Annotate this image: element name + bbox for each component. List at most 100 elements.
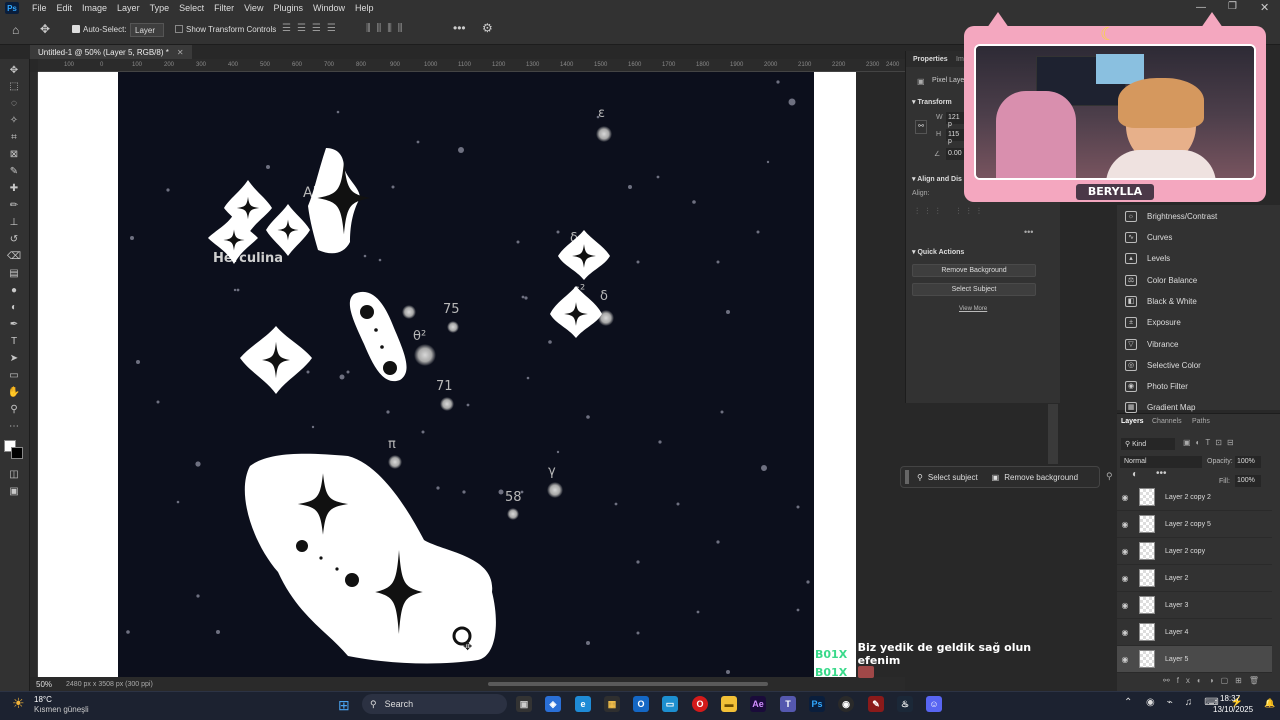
adjustment-photo-filter[interactable]: ◉Photo Filter (1125, 379, 1188, 393)
weather-icon[interactable]: ☀ (12, 695, 25, 712)
tab-channels[interactable]: Channels (1152, 418, 1182, 425)
menu-type[interactable]: Type (145, 3, 175, 13)
clone-stamp-tool-icon[interactable]: ⊥ (7, 217, 21, 229)
clock-time[interactable]: 18:37 (1220, 694, 1240, 703)
blend-mode-select[interactable]: Normal (1120, 456, 1202, 468)
maximize-icon[interactable]: ❐ (1228, 1, 1237, 12)
brush-tool-icon[interactable]: ✏ (7, 200, 21, 212)
home-icon[interactable]: ⌂ (12, 23, 19, 37)
taskbar-search[interactable]: ⚲ Search (362, 694, 507, 714)
remove-background-context-button[interactable]: Remove background (1004, 473, 1078, 482)
quick-actions-header[interactable]: ▾ Quick Actions (912, 248, 964, 256)
weather-desc[interactable]: Kısmen güneşli (34, 705, 89, 714)
tab-layers[interactable]: Layers (1121, 418, 1144, 425)
healing-tool-icon[interactable]: ✚ (7, 183, 21, 195)
layer-row[interactable]: ◉Layer 2 (1117, 565, 1272, 592)
menu-image[interactable]: Image (77, 3, 112, 13)
weather-temp[interactable]: 18°C (34, 695, 52, 704)
obs-icon[interactable]: ◉ (838, 696, 854, 712)
layer-row[interactable]: ◉Layer 2 copy 5 (1117, 511, 1272, 538)
photoshop-taskbar-icon[interactable]: Ps (809, 696, 825, 712)
scrollbar-thumb[interactable] (488, 682, 768, 686)
magic-wand-tool-icon[interactable]: ✧ (7, 115, 21, 127)
tab-properties[interactable]: Properties (913, 56, 948, 63)
width-field[interactable]: 121 p (946, 112, 964, 124)
notification-icon[interactable]: 🔔 (1264, 698, 1275, 709)
eye-icon[interactable]: ◉ (1117, 547, 1133, 556)
path-selection-tool-icon[interactable]: ➤ (7, 353, 21, 365)
adjustment-levels[interactable]: ▴Levels (1125, 251, 1170, 265)
edge-icon[interactable]: e (575, 696, 591, 712)
layer-row[interactable]: ◉Layer 2 copy (1117, 538, 1272, 565)
tab-paths[interactable]: Paths (1192, 418, 1210, 425)
copilot-icon[interactable]: ◈ (545, 696, 561, 712)
history-brush-tool-icon[interactable]: ↺ (7, 234, 21, 246)
distribute-buttons-icon[interactable]: ⫼⫼⫼⫼ (366, 23, 408, 34)
after-effects-icon[interactable]: Ae (750, 696, 766, 712)
microsoft-store-icon[interactable]: ▦ (604, 696, 620, 712)
shape-tool-icon[interactable]: ▭ (7, 370, 21, 382)
more-tools-icon[interactable]: ⋯ (7, 421, 21, 433)
discord-icon[interactable]: ☺ (926, 696, 942, 712)
zoom-level[interactable]: 50% (36, 680, 52, 689)
eye-icon[interactable]: ◉ (1117, 493, 1133, 502)
zoom-tool-icon[interactable]: ⚲ (7, 404, 21, 416)
menu-edit[interactable]: Edit (52, 3, 78, 13)
auto-select-dropdown[interactable]: Layer (130, 23, 164, 37)
close-icon[interactable]: ✕ (1260, 1, 1269, 14)
star-chart-image[interactable]: ε Alc Herculina δ ε² δ 75 θ² 71 π γ 58 (118, 72, 814, 677)
frame-tool-icon[interactable]: ⊠ (7, 149, 21, 161)
move-tool-icon[interactable]: ✥ (7, 65, 21, 77)
quick-mask-icon[interactable]: ◫ (7, 469, 21, 481)
teams-icon[interactable]: T (780, 696, 796, 712)
layer-actions-icons[interactable]: ⚯fx◐◑▢⊞🗑 (1163, 676, 1266, 685)
background-color-swatch[interactable] (11, 447, 23, 459)
auto-select-checkbox[interactable] (72, 25, 80, 33)
menu-window[interactable]: Window (308, 3, 350, 13)
adjustment-gradient-map[interactable]: ▦Gradient Map (1125, 400, 1195, 414)
context-bar-pin-icon[interactable]: ⚲ (1106, 471, 1113, 482)
eye-icon[interactable]: ◉ (1117, 628, 1133, 637)
document-tab[interactable]: Untitled-1 @ 50% (Layer 5, RGB/8) * ✕ (30, 45, 192, 59)
lasso-tool-icon[interactable]: ◌ (7, 98, 21, 110)
crop-tool-icon[interactable]: ⌗ (7, 132, 21, 144)
dodge-tool-icon[interactable]: ◐ (7, 302, 21, 314)
type-tool-icon[interactable]: T (7, 336, 21, 348)
steam-icon[interactable]: ♨ (897, 696, 913, 712)
outlook-icon[interactable]: O (633, 696, 649, 712)
layer-row-selected[interactable]: ◉Layer 5 (1117, 646, 1272, 673)
height-field[interactable]: 115 p (946, 129, 964, 141)
select-subject-button[interactable]: Select Subject (912, 283, 1036, 296)
drag-handle[interactable] (905, 470, 909, 484)
view-more-link[interactable]: View More (959, 306, 987, 312)
blur-tool-icon[interactable]: ● (7, 285, 21, 297)
marquee-tool-icon[interactable]: ⬚ (7, 81, 21, 93)
hand-tool-icon[interactable]: ✋ (7, 387, 21, 399)
eye-icon[interactable]: ◉ (1117, 601, 1133, 610)
file-explorer-icon[interactable]: ▬ (721, 696, 737, 712)
angle-field[interactable]: 0.00 (946, 148, 964, 160)
select-subject-context-button[interactable]: Select subject (928, 473, 978, 482)
more-align-icon[interactable]: ••• (1024, 227, 1033, 237)
adjustment-color-balance[interactable]: ⚖Color Balance (1125, 273, 1197, 287)
media-app-icon[interactable]: ✎ (868, 696, 884, 712)
align-icons[interactable]: ⫶⫶⫶ ⫶⫶⫶ (916, 206, 988, 217)
layer-filter-kind[interactable]: ⚲ Kind (1121, 438, 1175, 450)
eye-icon[interactable]: ◉ (1117, 520, 1133, 529)
layer-row[interactable]: ◉Layer 4 (1117, 619, 1272, 646)
align-header[interactable]: ▾ Align and Dis (912, 175, 962, 183)
adjustment-selective-color[interactable]: ◎Selective Color (1125, 358, 1201, 372)
panel-scrollbar[interactable] (1048, 404, 1058, 464)
tray-chevron-icon[interactable]: ⌃ (1124, 697, 1132, 708)
eye-icon[interactable]: ◉ (1117, 655, 1133, 664)
screen-mode-icon[interactable]: ▣ (7, 486, 21, 498)
tab-other[interactable]: Im (956, 56, 964, 63)
align-buttons-icon[interactable]: ☰☰☰☰ (282, 23, 342, 34)
canvas-area[interactable]: ε Alc Herculina δ ε² δ 75 θ² 71 π γ 58 (38, 72, 905, 677)
link-icon[interactable]: ⚯ (915, 120, 927, 134)
adjustment-layer-icon[interactable]: ◐ (1132, 469, 1138, 480)
more-options-icon[interactable]: ••• (453, 21, 466, 35)
menu-select[interactable]: Select (174, 3, 209, 13)
adjustment-curves[interactable]: ∿Curves (1125, 230, 1172, 244)
photoshop-app-icon[interactable]: Ps (5, 2, 19, 14)
